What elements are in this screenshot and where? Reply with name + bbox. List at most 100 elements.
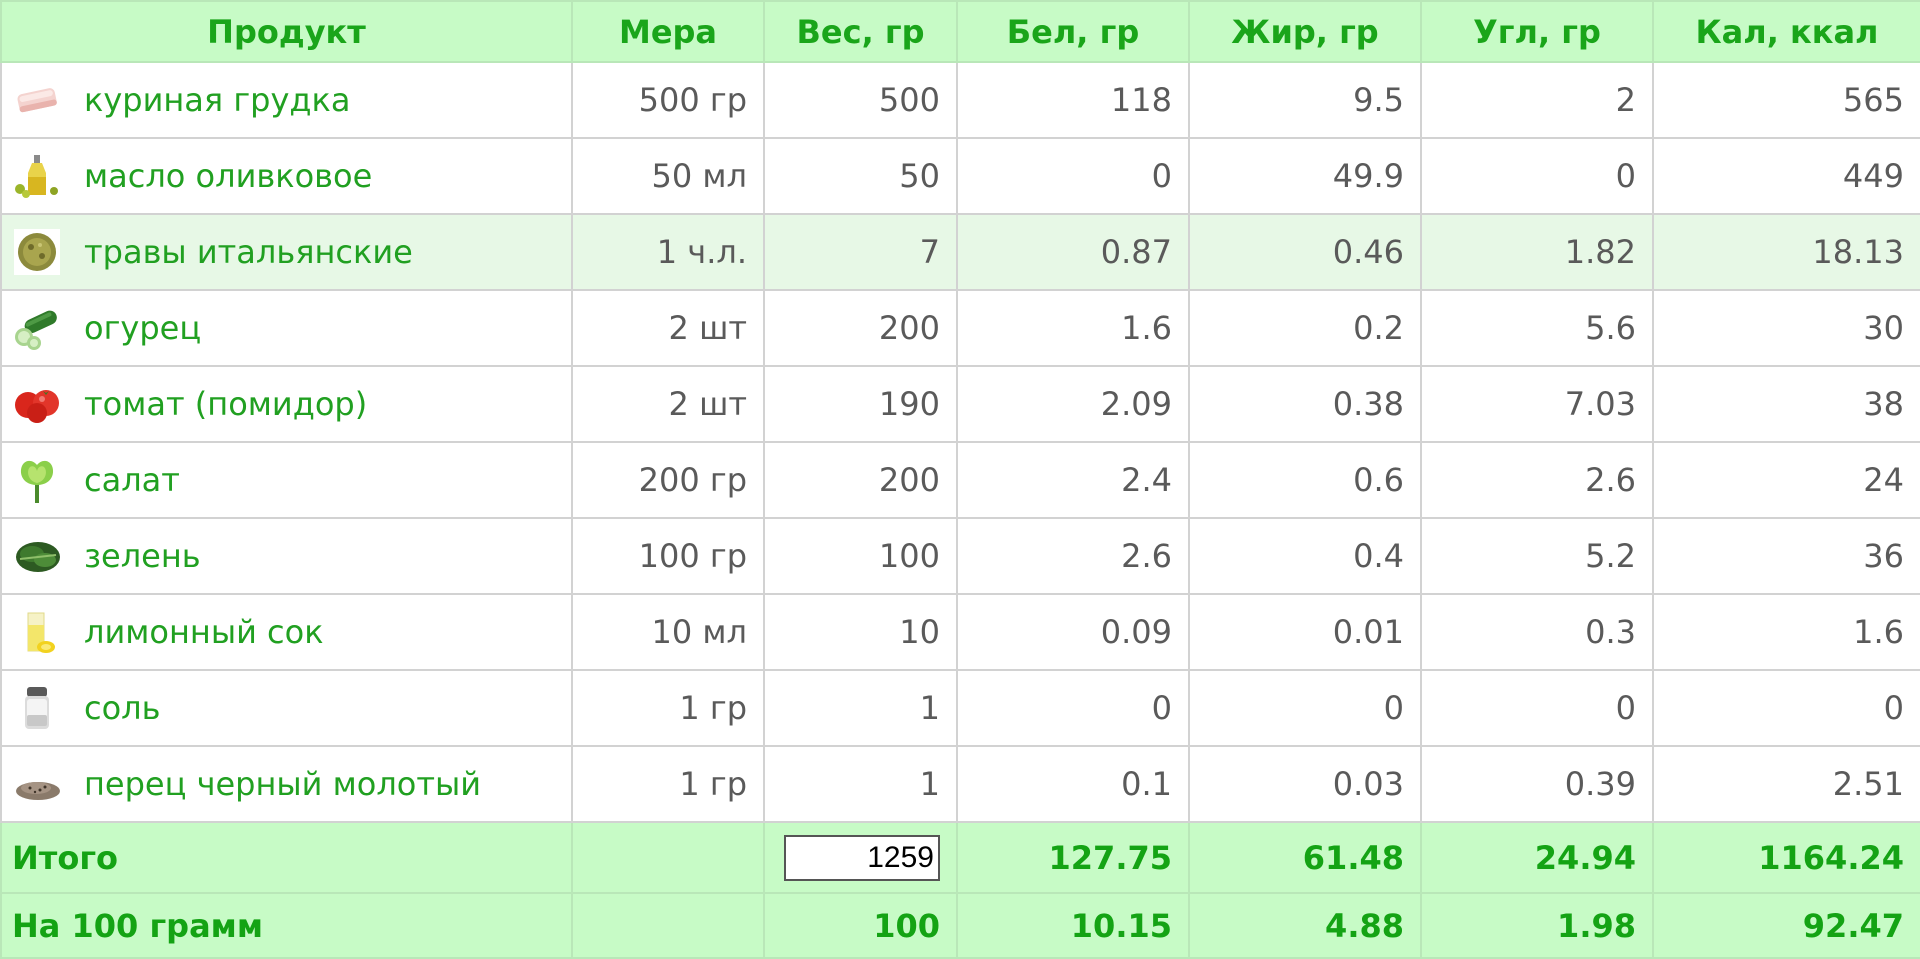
product-link[interactable]: соль xyxy=(84,689,160,727)
product-link[interactable]: травы итальянские xyxy=(84,233,413,271)
fat-cell: 49.9 xyxy=(1188,137,1422,215)
weight-cell: 1 xyxy=(763,669,958,747)
measure-cell: 1 ч.л. xyxy=(571,213,765,291)
total-measure-cell xyxy=(571,821,765,894)
protein-cell: 118 xyxy=(956,61,1190,139)
fat-cell: 0.4 xyxy=(1188,517,1422,595)
salt-icon xyxy=(12,685,62,731)
weight-cell: 100 xyxy=(763,517,958,595)
protein-cell: 2.6 xyxy=(956,517,1190,595)
product-link[interactable]: перец черный молотый xyxy=(84,765,481,803)
per-100g-weight: 100 xyxy=(763,892,958,959)
weight-cell: 200 xyxy=(763,441,958,519)
table-row: масло оливковое 50 мл 50 0 49.9 0 449 xyxy=(0,137,1920,215)
col-header-weight: Вес, гр xyxy=(763,0,958,63)
table-row: салат 200 гр 200 2.4 0.6 2.6 24 xyxy=(0,441,1920,519)
product-link[interactable]: лимонный сок xyxy=(84,613,324,651)
kcal-cell: 2.51 xyxy=(1652,745,1920,823)
protein-cell: 0 xyxy=(956,669,1190,747)
greens-icon xyxy=(12,533,62,579)
table-row: куриная грудка 500 гр 500 118 9.5 2 565 xyxy=(0,61,1920,139)
fat-cell: 0.01 xyxy=(1188,593,1422,671)
weight-cell: 190 xyxy=(763,365,958,443)
protein-cell: 0.87 xyxy=(956,213,1190,291)
table-row: томат (помидор) 2 шт 190 2.09 0.38 7.03 … xyxy=(0,365,1920,443)
tomato-icon xyxy=(12,381,62,427)
carbs-cell: 0 xyxy=(1420,669,1654,747)
kcal-cell: 449 xyxy=(1652,137,1920,215)
measure-cell: 50 мл xyxy=(571,137,765,215)
protein-cell: 0 xyxy=(956,137,1190,215)
fat-cell: 0 xyxy=(1188,669,1422,747)
total-weight-input[interactable] xyxy=(784,834,940,881)
per-100g-measure-cell xyxy=(571,892,765,959)
product-link[interactable]: салат xyxy=(84,461,180,499)
measure-cell: 10 мл xyxy=(571,593,765,671)
product-cell: масло оливковое xyxy=(0,137,573,215)
product-link[interactable]: зелень xyxy=(84,537,201,575)
table-row: травы итальянские 1 ч.л. 7 0.87 0.46 1.8… xyxy=(0,213,1920,291)
kcal-cell: 565 xyxy=(1652,61,1920,139)
kcal-cell: 0 xyxy=(1652,669,1920,747)
measure-cell: 200 гр xyxy=(571,441,765,519)
total-protein: 127.75 xyxy=(956,821,1190,894)
measure-cell: 1 гр xyxy=(571,669,765,747)
per-100g-carbs: 1.98 xyxy=(1420,892,1654,959)
kcal-cell: 18.13 xyxy=(1652,213,1920,291)
product-cell: травы итальянские xyxy=(0,213,573,291)
fat-cell: 0.6 xyxy=(1188,441,1422,519)
weight-cell: 1 xyxy=(763,745,958,823)
measure-cell: 2 шт xyxy=(571,289,765,367)
fat-cell: 0.03 xyxy=(1188,745,1422,823)
total-row: Итого 127.75 61.48 24.94 1164.24 xyxy=(0,821,1920,894)
table-row: зелень 100 гр 100 2.6 0.4 5.2 36 xyxy=(0,517,1920,595)
table-row: огурец 2 шт 200 1.6 0.2 5.6 30 xyxy=(0,289,1920,367)
product-cell: куриная грудка xyxy=(0,61,573,139)
table-row: лимонный сок 10 мл 10 0.09 0.01 0.3 1.6 xyxy=(0,593,1920,671)
weight-cell: 50 xyxy=(763,137,958,215)
weight-cell: 7 xyxy=(763,213,958,291)
carbs-cell: 0.3 xyxy=(1420,593,1654,671)
product-cell: огурец xyxy=(0,289,573,367)
total-fat: 61.48 xyxy=(1188,821,1422,894)
col-header-product: Продукт xyxy=(0,0,573,63)
fat-cell: 0.2 xyxy=(1188,289,1422,367)
product-link[interactable]: куриная грудка xyxy=(84,81,350,119)
col-header-fat: Жир, гр xyxy=(1188,0,1422,63)
total-weight-cell xyxy=(763,821,958,894)
per-100g-protein: 10.15 xyxy=(956,892,1190,959)
protein-cell: 1.6 xyxy=(956,289,1190,367)
header-row: Продукт Мера Вес, гр Бел, гр Жир, гр Угл… xyxy=(0,0,1920,63)
product-link[interactable]: огурец xyxy=(84,309,201,347)
col-header-measure: Мера xyxy=(571,0,765,63)
total-label: Итого xyxy=(0,821,573,894)
kcal-cell: 36 xyxy=(1652,517,1920,595)
lettuce-icon xyxy=(12,457,62,503)
cucumber-icon xyxy=(12,305,62,351)
carbs-cell: 5.6 xyxy=(1420,289,1654,367)
kcal-cell: 30 xyxy=(1652,289,1920,367)
table-row: перец черный молотый 1 гр 1 0.1 0.03 0.3… xyxy=(0,745,1920,823)
total-carbs: 24.94 xyxy=(1420,821,1654,894)
kcal-cell: 1.6 xyxy=(1652,593,1920,671)
kcal-cell: 38 xyxy=(1652,365,1920,443)
black-pepper-icon xyxy=(12,761,62,807)
measure-cell: 1 гр xyxy=(571,745,765,823)
carbs-cell: 5.2 xyxy=(1420,517,1654,595)
product-link[interactable]: масло оливковое xyxy=(84,157,372,195)
measure-cell: 500 гр xyxy=(571,61,765,139)
kcal-cell: 24 xyxy=(1652,441,1920,519)
measure-cell: 2 шт xyxy=(571,365,765,443)
lemon-juice-icon xyxy=(12,609,62,655)
product-link[interactable]: томат (помидор) xyxy=(84,385,367,423)
fat-cell: 0.38 xyxy=(1188,365,1422,443)
carbs-cell: 2 xyxy=(1420,61,1654,139)
weight-cell: 10 xyxy=(763,593,958,671)
fat-cell: 0.46 xyxy=(1188,213,1422,291)
product-cell: соль xyxy=(0,669,573,747)
table-row: соль 1 гр 1 0 0 0 0 xyxy=(0,669,1920,747)
product-cell: томат (помидор) xyxy=(0,365,573,443)
carbs-cell: 2.6 xyxy=(1420,441,1654,519)
product-cell: зелень xyxy=(0,517,573,595)
italian-herbs-icon xyxy=(12,229,62,275)
